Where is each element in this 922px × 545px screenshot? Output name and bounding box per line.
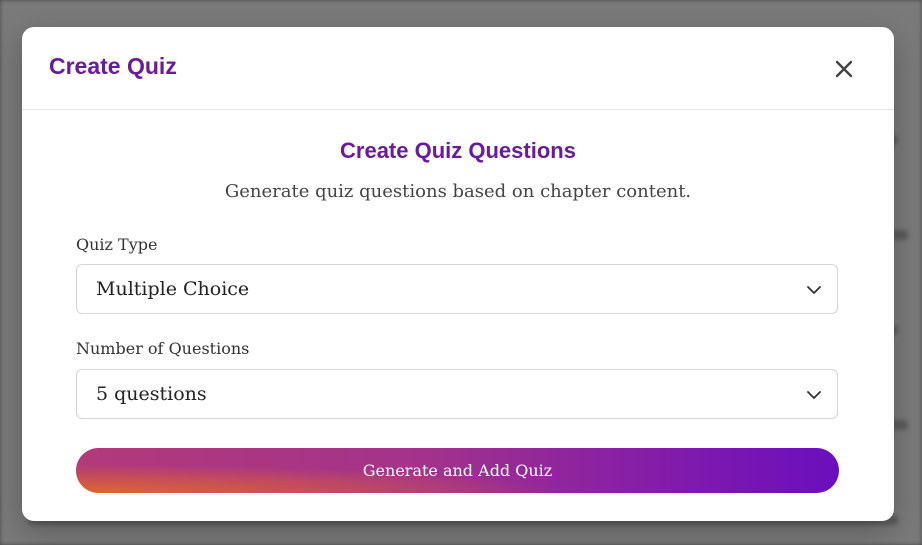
create-quiz-modal: Create Quiz Create Quiz Questions Genera… — [22, 27, 894, 521]
modal-title: Create Quiz — [49, 53, 177, 79]
modal-header: Create Quiz — [22, 27, 894, 110]
question-count-value: 5 questions — [96, 383, 207, 405]
question-count-select[interactable]: 5 questions — [76, 369, 838, 419]
generate-quiz-button[interactable]: Generate and Add Quiz — [76, 448, 839, 493]
quiz-type-label: Quiz Type — [76, 235, 158, 254]
quiz-type-value: Multiple Choice — [96, 278, 250, 300]
section-title: Create Quiz Questions — [340, 138, 576, 163]
chevron-down-icon — [807, 391, 821, 399]
close-icon — [835, 60, 853, 78]
question-count-label: Number of Questions — [76, 339, 250, 358]
chevron-down-icon — [807, 286, 821, 294]
quiz-type-select[interactable]: Multiple Choice — [76, 264, 838, 314]
close-button[interactable] — [830, 55, 858, 83]
section-description: Generate quiz questions based on chapter… — [224, 181, 692, 202]
